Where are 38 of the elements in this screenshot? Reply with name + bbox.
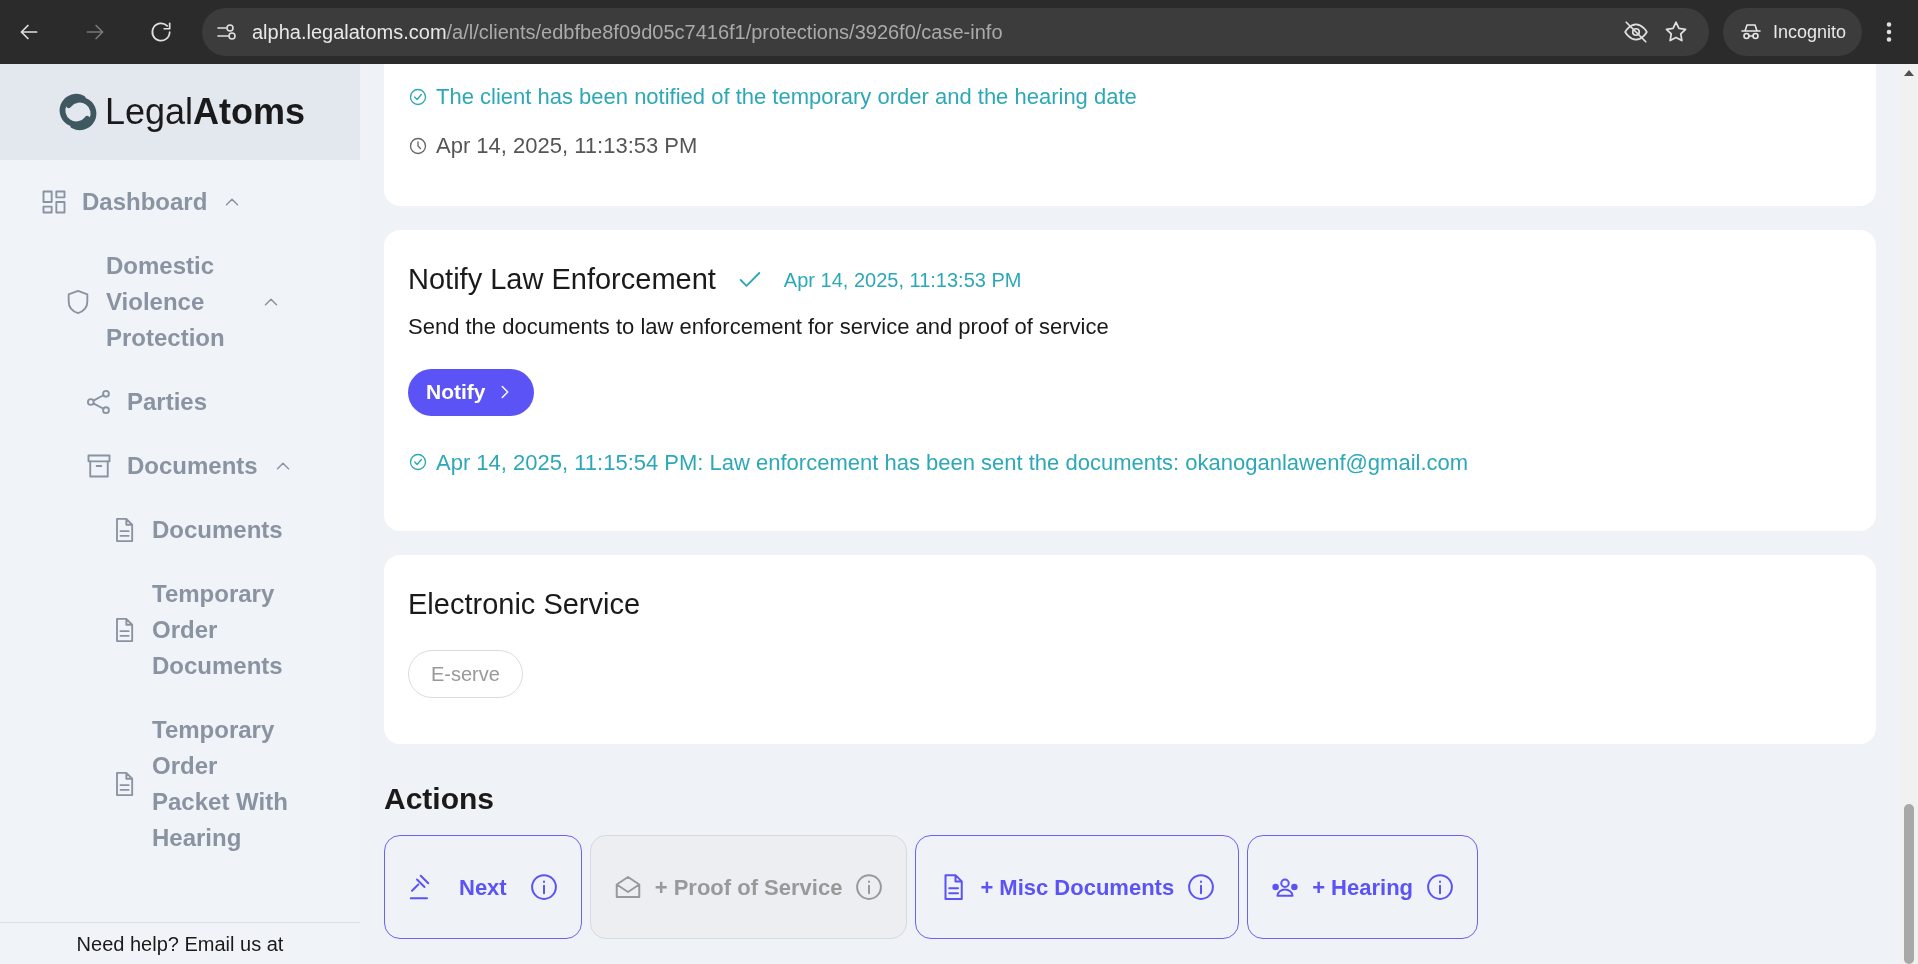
action-button[interactable]: + Misc Documents: [915, 835, 1240, 939]
check-circle-icon: [408, 86, 428, 107]
section-heading: Actions: [384, 781, 495, 817]
scroll-up-icon[interactable]: [1904, 70, 1914, 76]
archive-icon: [85, 452, 113, 480]
card-description: Send the documents to law enforcement for service and proof of service: [408, 312, 1110, 341]
sidebar-item[interactable]: Temporary Order Packet With Hearing: [0, 698, 360, 870]
info-icon[interactable]: [1186, 872, 1217, 902]
sidebar-item[interactable]: Dashboard: [0, 170, 360, 234]
grid-icon: [40, 188, 68, 216]
clock-icon: [408, 135, 428, 156]
sidebar-item[interactable]: Documents: [0, 434, 360, 498]
profile-chip[interactable]: Incognito: [1722, 8, 1862, 56]
logo-text: LegalAtoms: [104, 90, 306, 134]
check-circle-icon: [408, 452, 428, 472]
sidebar-item[interactable]: Temporary Order Documents: [0, 562, 360, 698]
card-title: Notify Law Enforcement: [408, 262, 716, 297]
sidebar-item[interactable]: Documents: [0, 498, 360, 562]
eye-off-icon[interactable]: [1622, 19, 1649, 45]
help-text: Need help? Email us at: [76, 932, 284, 957]
reload-icon[interactable]: [148, 19, 174, 45]
scrollbar-thumb[interactable]: [1904, 804, 1914, 964]
timestamp: Apr 14, 2025, 11:13:53 PM: [436, 132, 698, 160]
card-title: Electronic Service: [408, 586, 642, 622]
info-icon[interactable]: [1425, 872, 1456, 902]
action-button[interactable]: Next: [384, 835, 582, 939]
share-icon: [85, 388, 113, 416]
status-note: The client has been notified of the temporary order and the hearing date: [436, 83, 1137, 111]
log-entry: Apr 14, 2025, 11:15:54 PM: Law enforcement has been sent the documents: okanoganlawenf@gmail.com: [436, 448, 1469, 477]
info-icon[interactable]: [528, 872, 559, 902]
action-button[interactable]: + Hearing: [1247, 835, 1479, 939]
scrollbar[interactable]: [1900, 64, 1918, 964]
notify-button[interactable]: Notify: [408, 368, 534, 416]
url-text: alpha.legalatoms.com/a/l/clients/edbfbe8f09d05c7416f1/protections/3926f0/case-info: [252, 20, 1004, 45]
sidebar-item[interactable]: Domestic Violence Protection: [0, 234, 360, 370]
sidebar-item[interactable]: Parties: [0, 370, 360, 434]
completed-time: Apr 14, 2025, 11:13:53 PM: [783, 267, 1022, 293]
address-bar[interactable]: alpha.legalatoms.com/a/l/clients/edbfbe8f09d05c7416f1/protections/3926f0/case-info: [202, 8, 1709, 56]
